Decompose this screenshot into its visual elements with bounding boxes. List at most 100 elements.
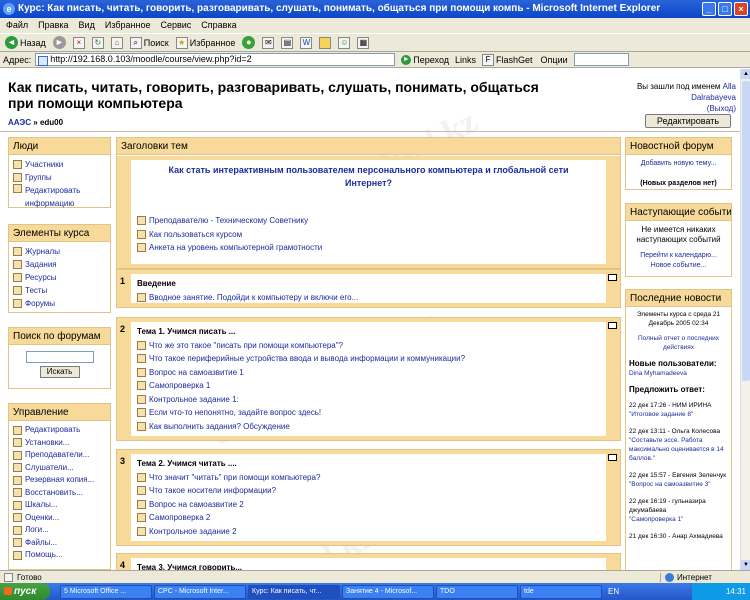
media-button[interactable]: ●	[240, 36, 257, 49]
menu-edit[interactable]: Правка	[38, 18, 68, 33]
forum-search-input[interactable]	[25, 351, 94, 363]
section-item[interactable]: Самопроверка 1	[137, 379, 600, 393]
section-item[interactable]: Что такое периферийные устройства ввода …	[137, 352, 600, 366]
section-toggle[interactable]	[608, 454, 617, 461]
full-report-link[interactable]: Полный отчет о последних действиях	[638, 335, 719, 351]
back-button[interactable]: ◄ Назад	[3, 36, 48, 49]
admin-scales-link[interactable]: Шкалы...	[13, 499, 106, 512]
taskbar-button-tdo[interactable]: TDO	[436, 584, 518, 599]
admin-files-link[interactable]: Файлы...	[13, 537, 106, 550]
post-link[interactable]: "Составьте эссе. Работа максимально оцен…	[629, 437, 724, 462]
participants-link[interactable]: Участники	[13, 158, 106, 171]
admin-grades-link[interactable]: Оценки...	[13, 512, 106, 525]
taskbar-button-cpc[interactable]: CPC - Microsoft Inter...	[154, 584, 246, 599]
links-label[interactable]: Links	[455, 55, 476, 65]
language-indicator[interactable]: EN	[608, 587, 619, 596]
calendar-link[interactable]: Перейти к календарю...	[640, 252, 717, 259]
home-button[interactable]: ⌂	[109, 36, 125, 49]
toolbar-search-input[interactable]	[573, 53, 629, 66]
menu-view[interactable]: Вид	[79, 18, 95, 33]
forum-search-button[interactable]: Искать	[39, 366, 80, 378]
grades-icon	[13, 513, 22, 523]
refresh-button[interactable]: ↻	[90, 36, 106, 49]
scroll-down-arrow-icon[interactable]: ▼	[741, 560, 750, 570]
post-link[interactable]: "Вопрос на самоазвитие 3"	[629, 481, 711, 488]
section-item[interactable]: Вводное занятие. Подойди к компьютеру и …	[137, 291, 600, 305]
resources-link[interactable]: Ресурсы	[13, 271, 106, 284]
edit-button[interactable]: Редактировать	[645, 114, 731, 128]
go-button[interactable]: ► Переход	[399, 54, 451, 65]
menu-tools[interactable]: Сервис	[160, 18, 191, 33]
admin-settings-link[interactable]: Установки...	[13, 437, 106, 450]
section-item[interactable]: Что же это такое "писать при помощи комп…	[137, 339, 600, 353]
new-user-link[interactable]: Dina Myhamadeeva	[629, 370, 687, 377]
add-topic-link[interactable]: Добавить новую тему...	[641, 160, 716, 167]
groups-link[interactable]: Группы	[13, 171, 106, 184]
section-item[interactable]: Если что-то непонятно, задайте вопрос зд…	[137, 406, 600, 420]
search-button[interactable]: ⌕ Поиск	[128, 36, 171, 49]
intro-item-teacher[interactable]: Преподавателю - Техническому Советнику	[137, 214, 600, 228]
menu-favorites[interactable]: Избранное	[105, 18, 151, 33]
section-item[interactable]: Вопрос на самоазвитие 1	[137, 366, 600, 380]
favorites-button[interactable]: ★ Избранное	[174, 36, 238, 49]
forum-icon	[13, 299, 22, 308]
page-scrollbar[interactable]: ▲ ▼	[740, 69, 750, 570]
admin-help-link[interactable]: Помощь...	[13, 549, 106, 562]
menu-help[interactable]: Справка	[201, 18, 236, 33]
assignments-link[interactable]: Задания	[13, 258, 106, 271]
admin-logs-link[interactable]: Логи...	[13, 524, 106, 537]
logged-in-label: Вы зашли под именем	[636, 82, 721, 91]
intro-item-howto[interactable]: Как пользоваться курсом	[137, 228, 600, 242]
research-button[interactable]: ▦	[355, 36, 371, 49]
menu-file[interactable]: Файл	[6, 18, 28, 33]
scroll-thumb[interactable]	[742, 81, 750, 381]
section-item[interactable]: Как выполнить задания? Обсуждение	[137, 420, 600, 434]
new-event-link[interactable]: Новое событие...	[651, 262, 707, 269]
edit-profile-link[interactable]: Редактировать информацию	[13, 184, 106, 210]
section-item[interactable]: Что такое носители информации?	[137, 484, 600, 498]
section-toggle[interactable]	[608, 274, 617, 281]
section-item[interactable]: Контрольное задание 1:	[137, 393, 600, 407]
admin-restore-link[interactable]: Восстановить...	[13, 487, 106, 500]
forward-button[interactable]: ►	[51, 36, 68, 49]
login-info: Вы зашли под именем Alla Dalrabayeva (Вы…	[592, 81, 736, 114]
print-button[interactable]: ▤	[279, 36, 295, 49]
admin-backup-link[interactable]: Резервная копия...	[13, 474, 106, 487]
section-item[interactable]: Что значит "читать" при помощи компьютер…	[137, 471, 600, 485]
maximize-button[interactable]: □	[718, 2, 732, 16]
intro-item-survey[interactable]: Анкета на уровень компьютерной грамотнос…	[137, 241, 600, 255]
section-item[interactable]: Вопрос на самоазвитие 2	[137, 498, 600, 512]
minimize-button[interactable]: _	[702, 2, 716, 16]
messenger-button[interactable]: ☺	[336, 36, 352, 49]
breadcrumb-home[interactable]: AAЭС	[8, 118, 31, 127]
start-button[interactable]: пуск	[0, 583, 50, 600]
section-item[interactable]: Контрольное задание 2	[137, 525, 600, 539]
folder-icon	[319, 36, 332, 49]
settings-icon	[13, 438, 22, 448]
quizzes-link[interactable]: Тесты	[13, 284, 106, 297]
admin-teachers-link[interactable]: Преподаватели...	[13, 449, 106, 462]
stop-button[interactable]: ×	[71, 36, 87, 49]
forums-link[interactable]: Форумы	[13, 297, 106, 310]
section-toggle[interactable]	[608, 322, 617, 329]
journals-link[interactable]: Журналы	[13, 245, 106, 258]
mail-button[interactable]: ✉	[260, 36, 276, 49]
admin-students-link[interactable]: Слушатели...	[13, 462, 106, 475]
admin-edit-link[interactable]: Редактировать	[13, 424, 106, 437]
flashget-button[interactable]: F FlashGet	[480, 53, 535, 66]
folder-button[interactable]	[317, 36, 333, 49]
address-input[interactable]: http://192.168.0.103/moodle/course/view.…	[35, 53, 396, 66]
post-link[interactable]: "Итоговое задание 8"	[629, 411, 693, 418]
scroll-up-arrow-icon[interactable]: ▲	[741, 69, 750, 79]
post-link[interactable]: "Самопроверка 1"	[629, 516, 683, 523]
section-item[interactable]: Самопроверка 2	[137, 511, 600, 525]
taskbar-button-tde[interactable]: tde	[520, 584, 602, 599]
taskbar-button-course[interactable]: Курс: Как писать, чт...	[248, 584, 340, 599]
word-button[interactable]: W	[298, 36, 314, 49]
taskbar-button-office[interactable]: 5 Microsoft Office ...	[60, 584, 152, 599]
close-button[interactable]: ×	[734, 2, 748, 16]
options-button[interactable]: Опции	[539, 55, 570, 65]
status-text: Готово	[17, 572, 42, 582]
events-block: Наступающие события Не имеется никаких н…	[625, 203, 732, 277]
taskbar-button-lesson[interactable]: Занятие 4 - Microsof...	[342, 584, 434, 599]
